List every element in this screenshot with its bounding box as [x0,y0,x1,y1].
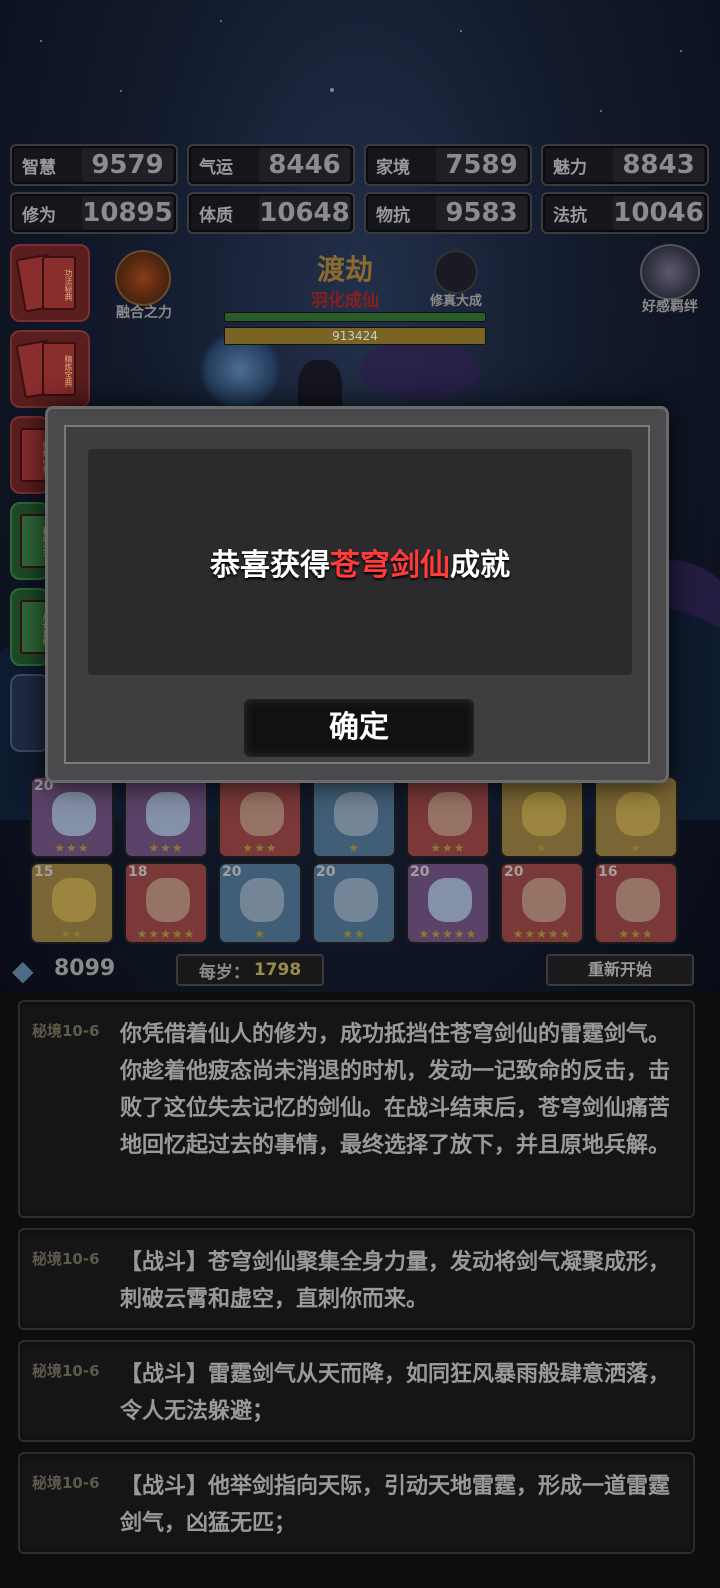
confirm-button[interactable]: 确定 [244,699,474,757]
dialog-message: 恭喜获得 苍穹剑仙 成就 [88,449,632,675]
message-prefix: 恭喜获得 [210,548,330,583]
achievement-name: 苍穹剑仙 [330,548,450,583]
message-suffix: 成就 [450,548,510,583]
modal-backdrop [0,0,720,1588]
achievement-dialog: 恭喜获得 苍穹剑仙 成就 确定 [45,406,669,783]
